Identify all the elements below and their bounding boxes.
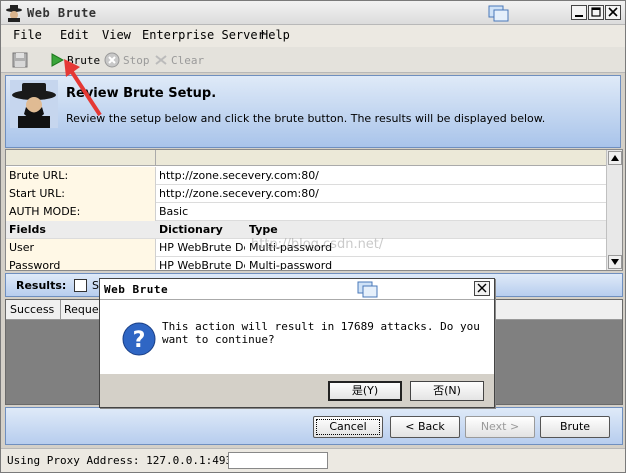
- setting-value: http://zone.secevery.com:80/: [159, 187, 319, 200]
- dialog-body: ? This action will result in 17689 attac…: [100, 300, 494, 374]
- brute-button[interactable]: Brute: [540, 416, 610, 438]
- minimize-button[interactable]: [571, 5, 587, 20]
- field-dictionary: HP WebBrute Def: [159, 259, 245, 271]
- field-name: User: [9, 241, 35, 254]
- fields-column-header: Fields: [9, 223, 46, 236]
- scroll-down-button[interactable]: [608, 255, 622, 269]
- triangle-down-icon: [611, 259, 619, 265]
- wizard-footer: Cancel < Back Next > Brute: [5, 407, 623, 445]
- table-row[interactable]: AUTH MODE: Basic: [6, 203, 606, 221]
- results-label: Results:: [16, 279, 67, 292]
- setup-table: Brute URL: http://zone.secevery.com:80/ …: [5, 149, 623, 271]
- dialog-title-bar[interactable]: Web Brute: [100, 279, 494, 300]
- table-scrollbar[interactable]: [606, 150, 622, 270]
- eraser-icon: [155, 55, 167, 65]
- title-bar[interactable]: Web Brute: [1, 1, 625, 25]
- table-row[interactable]: Brute URL: http://zone.secevery.com:80/: [6, 167, 606, 185]
- spy-avatar-icon: [10, 80, 58, 128]
- annotation-arrow-icon: [64, 59, 102, 117]
- show-checkbox[interactable]: [74, 279, 87, 292]
- fields-header-row: Fields Dictionary Type: [6, 221, 606, 239]
- setting-value: http://zone.secevery.com:80/: [159, 169, 319, 182]
- clear-toolbar-label: Clear: [171, 53, 205, 67]
- field-dictionary: HP WebBrute Def: [159, 241, 245, 254]
- setting-label: Brute URL:: [9, 169, 69, 182]
- status-progress-box: [228, 452, 328, 469]
- cancel-button[interactable]: Cancel: [313, 416, 383, 438]
- menu-enterprise-server[interactable]: Enterprise Server: [142, 28, 265, 42]
- minimize-icon: [575, 15, 583, 17]
- dialog-close-button[interactable]: [474, 281, 490, 296]
- floppy-disk-icon: [12, 52, 28, 68]
- status-bar: Using Proxy Address: 127.0.0.1:49388: [1, 448, 625, 472]
- header-description: Review the setup below and click the bru…: [66, 112, 546, 125]
- proxy-status: Using Proxy Address: 127.0.0.1:49388: [7, 454, 246, 467]
- menu-help[interactable]: Help: [261, 28, 290, 42]
- question-icon: ?: [122, 322, 156, 356]
- field-type: Multi-password: [249, 259, 333, 271]
- confirm-dialog: Web Brute ? This action will result in 1…: [99, 278, 495, 408]
- success-column-header[interactable]: Success: [10, 303, 54, 316]
- no-button[interactable]: 否(N): [410, 381, 484, 401]
- table-row[interactable]: Password HP WebBrute Def Multi-password: [6, 257, 606, 271]
- next-button[interactable]: Next >: [465, 416, 535, 438]
- setting-label: AUTH MODE:: [9, 205, 81, 218]
- menu-view[interactable]: View: [102, 28, 131, 42]
- dictionary-column-header: Dictionary: [159, 223, 223, 236]
- dialog-message: This action will result in 17689 attacks…: [162, 320, 480, 346]
- close-button[interactable]: [605, 5, 621, 20]
- request-column-header[interactable]: Reque: [64, 303, 99, 316]
- scroll-up-button[interactable]: [608, 151, 622, 165]
- tile-windows-icon: [357, 281, 378, 298]
- setting-label: Start URL:: [9, 187, 65, 200]
- yes-button[interactable]: 是(Y): [328, 381, 402, 401]
- table-row[interactable]: User HP WebBrute Def Multi-password: [6, 239, 606, 257]
- clear-toolbar-button[interactable]: Clear: [154, 50, 204, 70]
- menu-edit[interactable]: Edit: [60, 28, 89, 42]
- menu-file[interactable]: File: [13, 28, 42, 42]
- dialog-title: Web Brute: [104, 283, 169, 296]
- tile-windows-icon: [488, 5, 509, 22]
- maximize-button[interactable]: [588, 5, 604, 20]
- maximize-icon: [591, 7, 601, 17]
- close-icon: [608, 7, 618, 17]
- dialog-button-row: 是(Y) 否(N): [100, 374, 494, 407]
- type-column-header: Type: [249, 223, 278, 236]
- setting-value: Basic: [159, 205, 189, 218]
- spy-hat-icon: [6, 5, 22, 22]
- table-header: [6, 150, 606, 166]
- svg-text:?: ?: [133, 328, 146, 353]
- close-icon: [477, 283, 487, 293]
- field-type: Multi-password: [249, 241, 333, 254]
- web-brute-window: Web Brute File Edit View Enterprise Serv…: [0, 0, 626, 473]
- stop-toolbar-label: Stop: [123, 53, 150, 67]
- menu-bar: File Edit View Enterprise Server Help: [1, 25, 625, 47]
- field-name: Password: [9, 259, 61, 271]
- window-title: Web Brute: [27, 6, 97, 20]
- save-button[interactable]: [11, 50, 29, 70]
- table-row[interactable]: Start URL: http://zone.secevery.com:80/: [6, 185, 606, 203]
- back-button[interactable]: < Back: [390, 416, 460, 438]
- triangle-up-icon: [611, 155, 619, 161]
